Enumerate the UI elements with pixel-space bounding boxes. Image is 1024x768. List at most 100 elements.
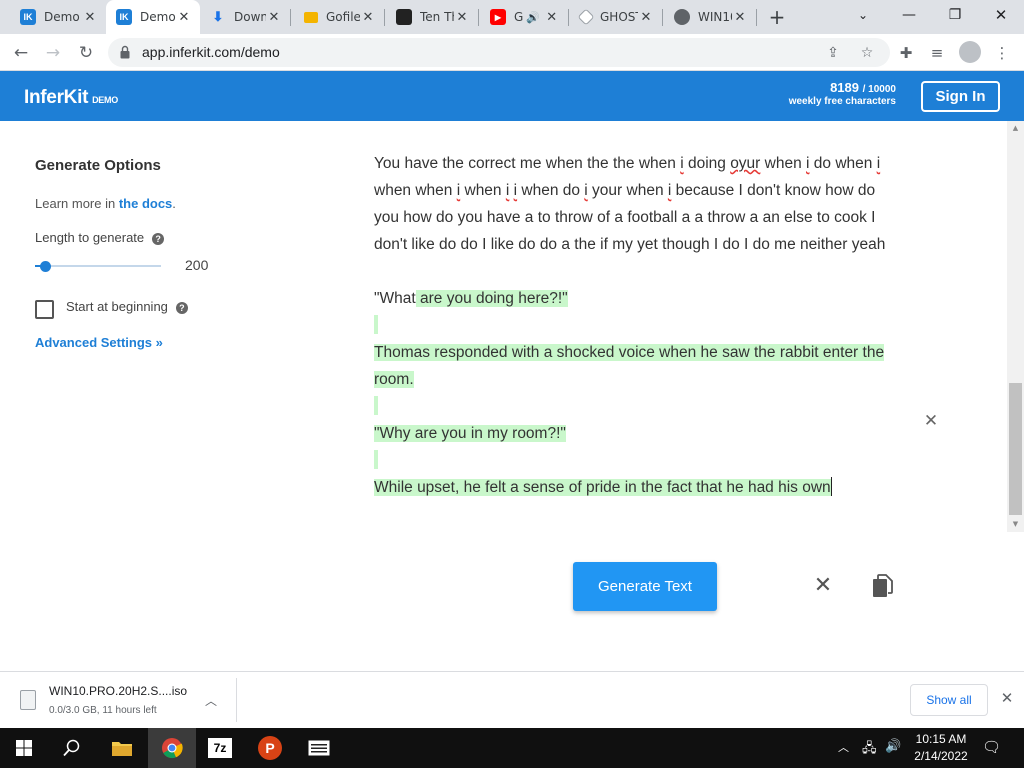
profile-avatar[interactable] [959,41,981,63]
7zip-button[interactable]: 7z [196,728,244,768]
user-text: "What [374,290,416,307]
tab-ghost[interactable]: GHOST ✕ [570,0,662,34]
close-tab-icon[interactable]: ✕ [176,10,192,25]
tab-ten-thousand[interactable]: Ten Thousand ✕ [386,0,478,34]
volume-icon[interactable]: 🔊 [885,738,901,754]
scroll-down-arrow-icon[interactable]: ▼ [1007,517,1024,531]
user-prompt-paragraph: You have the correct me when the the whe… [374,155,886,253]
close-tab-icon[interactable]: ✕ [732,10,748,25]
audio-playing-icon[interactable]: 🔊 [526,11,540,24]
close-tab-icon[interactable]: ✕ [544,10,560,25]
close-tab-icon[interactable]: ✕ [82,10,98,25]
tab-demo-active[interactable]: IK Demo ✕ [106,0,200,34]
menu-icon[interactable]: ⋮ [990,41,1014,65]
tab-title: Gofile [326,10,360,24]
chrome-taskbar-button[interactable] [148,728,196,768]
scroll-up-arrow-icon[interactable]: ▲ [1007,121,1024,135]
app-p-button[interactable]: P [246,728,294,768]
windows-taskbar: 7z P ︿ 🖧 🔊 10:15 AM 2/14/2022 🗨 [0,728,1024,768]
sign-in-button[interactable]: Sign In [921,81,1000,112]
brand-logo[interactable]: InferKit DEMO [24,87,118,109]
file-explorer-button[interactable] [98,728,146,768]
tab-title: Downloads [234,10,266,24]
generate-text-button[interactable]: Generate Text [573,562,717,611]
address-bar[interactable]: app.inferkit.com/demo ⇪ ☆ [108,38,890,67]
browser-toolbar: ← → ↻ app.inferkit.com/demo ⇪ ☆ ✚ ≡ ⋮ [0,34,1024,71]
chevron-up-icon[interactable]: ︿ [205,692,217,709]
tab-search-button[interactable]: ⌄ [840,0,886,30]
media-control-icon[interactable]: ≡ [925,41,949,65]
close-tab-icon[interactable]: ✕ [266,10,282,25]
tab-separator [568,9,569,26]
start-label-row: Start at beginning? [66,299,188,314]
generated-break [374,396,378,415]
download-bar: WIN10.PRO.20H2.S....iso 0.0/3.0 GB, 11 h… [0,671,1024,728]
chars-label: weekly free characters [788,96,896,107]
reload-button[interactable]: ↻ [73,40,99,66]
app-window-button[interactable] [295,728,343,768]
length-value: 200 [185,257,209,273]
tray-chevron-up-icon[interactable]: ︿ [838,739,849,755]
tab-gofile[interactable]: Gofile ✕ [294,0,384,34]
window-list-icon [308,740,330,756]
divider [236,678,237,722]
share-icon[interactable]: ⇪ [822,42,844,64]
close-tab-icon[interactable]: ✕ [360,10,376,25]
tab-win10[interactable]: WIN10 ✕ [664,0,756,34]
back-button[interactable]: ← [8,40,34,66]
close-window-button[interactable]: ✕ [978,0,1024,30]
tab-demo-1[interactable]: IK Demo ✕ [10,0,106,34]
notifications-icon[interactable]: 🗨 [982,738,1001,756]
tab-title: WIN10 [698,10,732,24]
help-icon[interactable]: ? [152,233,165,245]
tab-strip: IK Demo ✕ IK Demo ✕ ⬇ Downloads ✕ Gofile… [0,0,1024,34]
network-icon[interactable]: 🖧 [862,739,877,761]
chars-max: / 10000 [862,84,896,95]
inferkit-icon: IK [20,9,36,25]
generated-text: Thomas responded with a shocked voice wh… [374,344,885,388]
length-slider[interactable] [35,265,161,267]
forward-button[interactable]: → [40,40,66,66]
tab-downloads[interactable]: ⬇ Downloads ✕ [200,0,290,34]
new-tab-button[interactable]: + [766,5,788,29]
tab-separator [662,9,663,26]
start-label[interactable]: Start at beginning [66,299,168,314]
scrollbar-thumb[interactable] [1009,383,1022,515]
length-slider-thumb[interactable] [40,261,51,272]
advanced-settings-link[interactable]: Advanced Settings » [35,335,163,350]
minimize-button[interactable]: — [886,0,932,30]
page-scrollbar[interactable]: ▲ ▼ [1007,121,1024,532]
close-tab-icon[interactable]: ✕ [454,10,470,25]
lock-icon [120,45,130,59]
show-all-button[interactable]: Show all [910,684,988,716]
close-tab-icon[interactable]: ✕ [638,10,654,25]
start-button[interactable] [0,728,48,768]
prompt-editor[interactable]: You have the correct me when the the whe… [374,150,904,501]
bookmark-star-icon[interactable]: ☆ [856,42,878,64]
restore-button[interactable]: ❐ [932,0,978,30]
generated-break [374,315,378,334]
tab-title: Ten Thousand [420,10,454,24]
extensions-icon[interactable]: ✚ [894,41,918,65]
clock[interactable]: 10:15 AM 2/14/2022 [910,732,972,763]
search-icon [63,739,80,757]
help-icon[interactable]: ? [175,302,188,314]
clear-icon[interactable]: ✕ [812,575,834,597]
generated-text: "Why are you in my room?!" [374,425,566,442]
learn-more-text: Learn more in the docs. [35,196,176,211]
generated-paragraph: "Why are you in my room?!" [374,420,904,447]
brand-sub: DEMO [92,95,118,105]
download-filename[interactable]: WIN10.PRO.20H2.S....iso [49,684,187,698]
generated-text: are you doing here?!" [415,290,568,307]
mixed-paragraph: "What are you doing here?!" [374,285,904,312]
dismiss-generated-icon[interactable]: ✕ [922,412,940,430]
docs-link[interactable]: the docs [119,196,172,211]
url-text[interactable]: app.inferkit.com/demo [142,44,280,60]
tab-youtube[interactable]: ▶ G 🔊 ✕ [480,0,568,34]
start-at-beginning-checkbox[interactable] [35,300,54,319]
folder-icon [112,742,132,756]
search-button[interactable] [48,728,96,768]
app-header: InferKit DEMO 8189 / 10000 weekly free ch… [0,71,1024,121]
copy-icon[interactable] [872,574,893,598]
close-icon[interactable]: ✕ [999,690,1015,706]
